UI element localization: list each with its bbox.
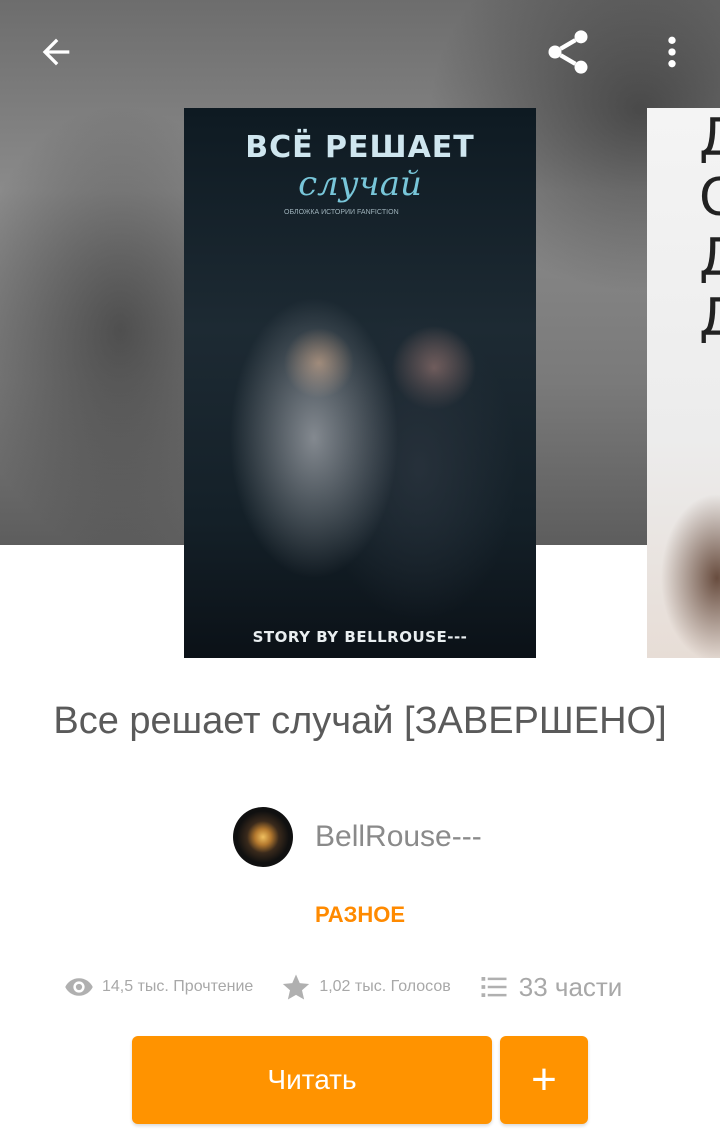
reads-count: 14,5 тыс. Прочтение	[102, 978, 254, 995]
arrow-left-icon	[42, 38, 70, 66]
more-options-button[interactable]	[644, 24, 700, 80]
next-cover-letters: Д О Д Д	[699, 108, 720, 348]
cover-title-line1: ВСЁ РЕШАЕТ	[245, 130, 475, 165]
list-icon	[477, 970, 511, 1004]
top-bar	[0, 0, 720, 104]
next-story-cover[interactable]: Д О Д Д	[647, 108, 720, 658]
story-stats: 14,5 тыс. Прочтение 1,02 тыс. Голосов 33…	[62, 962, 648, 1012]
star-icon	[279, 970, 313, 1004]
parts-count: 33 части	[518, 971, 623, 1002]
eye-icon	[62, 970, 96, 1004]
cover-byline: STORY BY BELLROUSE---	[252, 628, 468, 646]
story-title: Все решает случай [ЗАВЕРШЕНО]	[53, 700, 667, 742]
reads-stat: 14,5 тыс. Прочтение	[62, 970, 253, 1004]
read-button[interactable]: Читать	[132, 1036, 492, 1124]
parts-stat: 33 части	[477, 970, 623, 1004]
more-vertical-icon	[668, 36, 676, 68]
cover-title-line2: случай	[298, 164, 422, 204]
share-button[interactable]	[540, 24, 596, 80]
cover-small-text: ОБЛОЖКА ИСТОРИИ FANFICTION	[284, 209, 399, 216]
plus-icon: +	[531, 1055, 557, 1104]
category-tag[interactable]: РАЗНОЕ	[0, 902, 720, 928]
votes-stat: 1,02 тыс. Голосов	[279, 970, 451, 1004]
back-button[interactable]	[28, 24, 84, 80]
author-name[interactable]: BellRouse---	[315, 820, 482, 854]
author-avatar[interactable]	[233, 807, 293, 867]
story-cover[interactable]: ВСЁ РЕШАЕТ случай ОБЛОЖКА ИСТОРИИ FANFIC…	[184, 108, 536, 658]
votes-count: 1,02 тыс. Голосов	[319, 978, 451, 995]
add-to-library-button[interactable]: +	[500, 1036, 588, 1124]
share-icon	[548, 30, 588, 74]
author-link[interactable]: BellRouse---	[233, 806, 482, 868]
